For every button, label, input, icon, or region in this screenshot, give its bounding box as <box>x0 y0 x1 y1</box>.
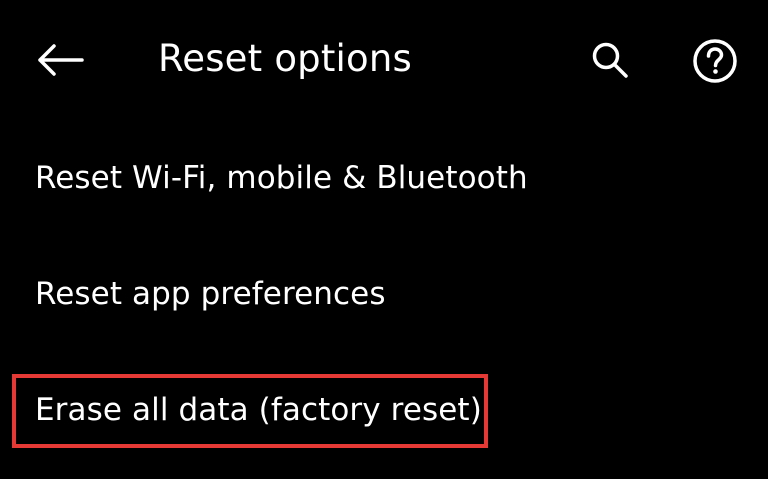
arrow-left-icon <box>38 44 84 76</box>
search-button[interactable] <box>582 32 638 88</box>
back-button[interactable] <box>30 32 90 88</box>
option-reset-app-preferences[interactable]: Reset app preferences <box>0 238 768 348</box>
help-circle-icon <box>693 39 737 83</box>
option-label: Reset app preferences <box>35 276 386 312</box>
app-bar: Reset options <box>0 0 768 120</box>
option-label: Erase all data (factory reset) <box>35 392 482 428</box>
help-button[interactable] <box>686 32 744 90</box>
page-title: Reset options <box>158 37 412 80</box>
option-erase-all-data[interactable]: Erase all data (factory reset) <box>0 356 768 466</box>
option-reset-wifi-mobile-bluetooth[interactable]: Reset Wi-Fi, mobile & Bluetooth <box>0 120 768 230</box>
search-icon <box>592 42 628 78</box>
option-label: Reset Wi-Fi, mobile & Bluetooth <box>35 160 528 196</box>
